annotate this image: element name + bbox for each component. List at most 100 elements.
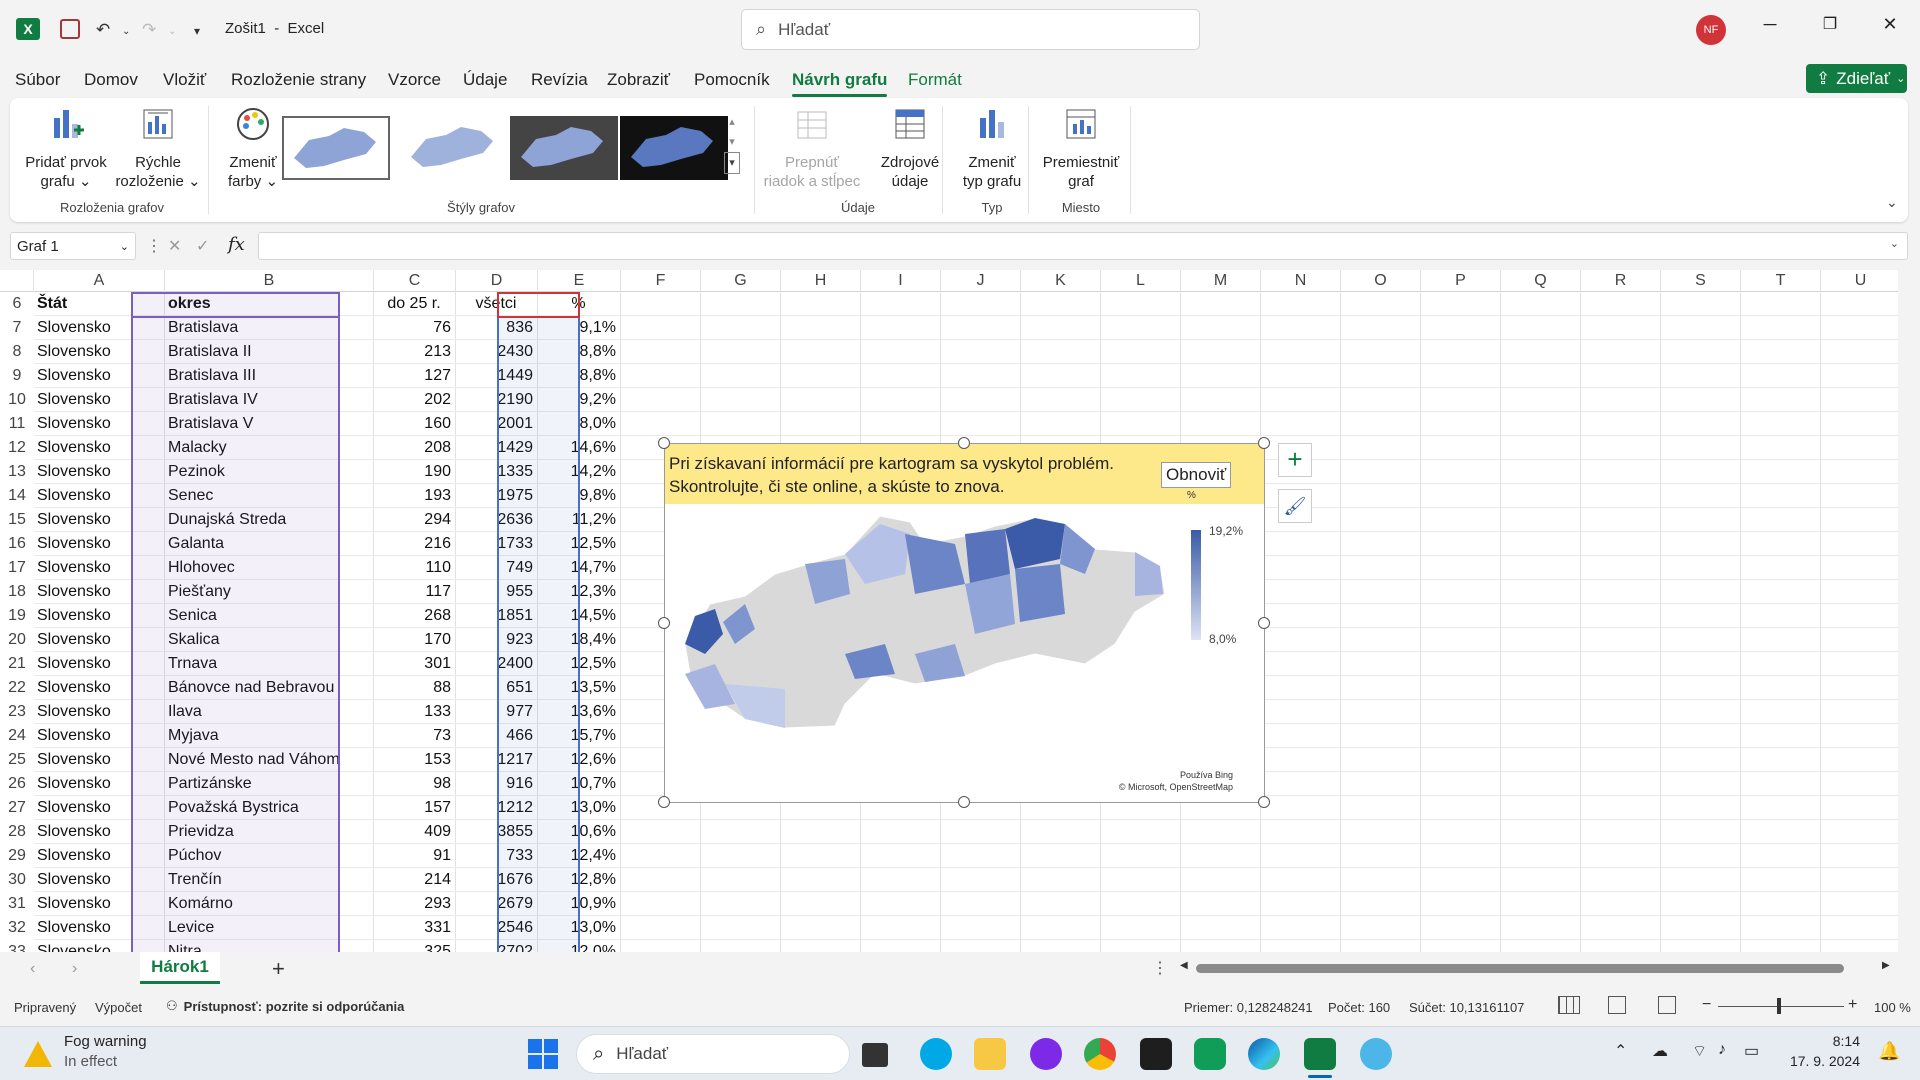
chart-style-1[interactable] — [282, 116, 390, 180]
column-header-f[interactable]: F — [621, 270, 701, 292]
switch-row-column-button[interactable]: Prepnúť riadok a stĺpec — [762, 104, 862, 191]
column-header-d[interactable]: D — [456, 270, 538, 292]
refresh-button[interactable]: Obnoviť — [1161, 462, 1232, 488]
more-options-icon[interactable]: ⋮ — [1152, 958, 1168, 978]
cell-under-25[interactable]: 216 — [377, 532, 451, 556]
row-header[interactable]: 9 — [0, 364, 34, 388]
cell-under-25[interactable]: 153 — [377, 748, 451, 772]
tab-view[interactable]: Zobraziť — [607, 70, 670, 90]
cell-under-25[interactable]: 160 — [377, 412, 451, 436]
cell-under-25[interactable]: do 25 r. — [377, 292, 451, 316]
column-header-p[interactable]: P — [1421, 270, 1501, 292]
quick-layout-button[interactable]: Rýchle rozloženie ⌄ — [114, 104, 202, 191]
row-header[interactable]: 16 — [0, 532, 34, 556]
column-header-a[interactable]: A — [34, 270, 165, 292]
cell-under-25[interactable]: 117 — [377, 580, 451, 604]
row-header[interactable]: 18 — [0, 580, 34, 604]
status-calculate[interactable]: Výpočet — [95, 1000, 142, 1015]
add-sheet-button[interactable]: + — [272, 956, 285, 982]
column-header-t[interactable]: T — [1741, 270, 1821, 292]
cell-under-25[interactable]: 76 — [377, 316, 451, 340]
minimize-button[interactable]: ─ — [1750, 14, 1790, 44]
zoom-level[interactable]: 100 % — [1874, 1000, 1911, 1015]
edge-icon[interactable] — [1248, 1038, 1280, 1070]
horizontal-scroll-thumb[interactable] — [1196, 964, 1844, 973]
scroll-right-icon[interactable]: ▶ — [1882, 960, 1890, 971]
notifications-icon[interactable]: 🔔 — [1878, 1041, 1900, 1062]
search-box[interactable]: ⌕ Hľadať — [741, 9, 1200, 50]
sheet-tab-harok1[interactable]: Hárok1 — [140, 952, 220, 984]
scroll-down-icon[interactable]: ▾ — [724, 132, 740, 152]
cell-under-25[interactable]: 88 — [377, 676, 451, 700]
excel-taskbar-icon[interactable] — [1304, 1038, 1336, 1070]
row-header[interactable]: 23 — [0, 700, 34, 724]
column-header-s[interactable]: S — [1661, 270, 1741, 292]
tab-format[interactable]: Formát — [908, 70, 962, 90]
expand-formula-icon[interactable]: ⌄ — [1890, 237, 1899, 250]
prev-sheet-icon[interactable]: ‹ — [30, 960, 35, 978]
onedrive-icon[interactable]: ☁ — [1652, 1041, 1668, 1061]
cancel-icon[interactable]: ✕ — [168, 236, 181, 256]
row-header[interactable]: 10 — [0, 388, 34, 412]
cell-under-25[interactable]: 170 — [377, 628, 451, 652]
tab-insert[interactable]: Vložiť — [163, 70, 206, 90]
row-header[interactable]: 7 — [0, 316, 34, 340]
move-chart-button[interactable]: Premiestniť graf — [1036, 104, 1126, 191]
row-header[interactable]: 20 — [0, 628, 34, 652]
change-chart-type-button[interactable]: Zmeniť typ grafu — [950, 104, 1034, 191]
resize-handle[interactable] — [958, 796, 970, 808]
wifi-icon[interactable]: ⌔ — [1692, 1041, 1707, 1061]
cell-under-25[interactable]: 127 — [377, 364, 451, 388]
chevron-down-icon[interactable]: ⌄ — [120, 240, 129, 253]
cell-under-25[interactable]: 91 — [377, 844, 451, 868]
column-header-o[interactable]: O — [1341, 270, 1421, 292]
filled-map-chart[interactable]: Pri získavaní informácií pre kartogram s… — [658, 437, 1270, 808]
row-header[interactable]: 19 — [0, 604, 34, 628]
customize-quick-access-icon[interactable]: ▾ — [194, 24, 200, 38]
row-header[interactable]: 12 — [0, 436, 34, 460]
column-header-k[interactable]: K — [1021, 270, 1101, 292]
undo-icon[interactable]: ↶ — [96, 20, 110, 40]
insert-function-icon[interactable]: fx — [228, 234, 245, 255]
cell-under-25[interactable]: 213 — [377, 340, 451, 364]
resize-handle[interactable] — [1258, 437, 1270, 449]
cell-under-25[interactable]: 301 — [377, 652, 451, 676]
row-header[interactable]: 11 — [0, 412, 34, 436]
column-header-g[interactable]: G — [701, 270, 781, 292]
chart-style-4[interactable] — [620, 116, 728, 180]
normal-view-icon[interactable] — [1558, 996, 1580, 1014]
column-header-r[interactable]: R — [1581, 270, 1661, 292]
cell-under-25[interactable]: 73 — [377, 724, 451, 748]
page-break-view-icon[interactable] — [1658, 996, 1676, 1014]
accessibility-status[interactable]: ⚇ Prístupnosť: pozrite si odporúčania — [166, 998, 404, 1014]
resize-handle[interactable] — [658, 617, 670, 629]
collapse-ribbon-icon[interactable]: ⌄ — [1886, 194, 1898, 211]
row-header[interactable]: 30 — [0, 868, 34, 892]
chart-style-2[interactable] — [400, 116, 508, 180]
row-header[interactable]: 31 — [0, 892, 34, 916]
zoom-slider[interactable] — [1718, 1006, 1844, 1007]
cell-under-25[interactable]: 193 — [377, 484, 451, 508]
battery-icon[interactable]: ▭ — [1744, 1041, 1759, 1061]
cell-under-25[interactable]: 157 — [377, 796, 451, 820]
column-header-j[interactable]: J — [941, 270, 1021, 292]
row-header[interactable]: 22 — [0, 676, 34, 700]
tab-chart-design[interactable]: Návrh grafu — [792, 70, 888, 97]
column-header-b[interactable]: B — [165, 270, 374, 292]
redo-dropdown-icon[interactable]: ⌄ — [168, 26, 176, 37]
tab-review[interactable]: Revízia — [531, 70, 588, 90]
row-header[interactable]: 15 — [0, 508, 34, 532]
tab-page-layout[interactable]: Rozloženie strany — [231, 70, 366, 90]
clock-date[interactable]: 17. 9. 2024 — [1780, 1053, 1860, 1069]
cell-under-25[interactable]: 293 — [377, 892, 451, 916]
cell-under-25[interactable]: 110 — [377, 556, 451, 580]
page-layout-view-icon[interactable] — [1608, 996, 1626, 1014]
chart-styles-brush-button[interactable]: 🖌 — [1278, 489, 1312, 523]
cell-under-25[interactable]: 214 — [377, 868, 451, 892]
start-button[interactable] — [528, 1039, 558, 1069]
cell-under-25[interactable]: 268 — [377, 604, 451, 628]
cell-under-25[interactable]: 325 — [377, 940, 451, 952]
resize-handle[interactable] — [958, 437, 970, 449]
resize-handle[interactable] — [1258, 617, 1270, 629]
tab-data[interactable]: Údaje — [463, 70, 507, 90]
